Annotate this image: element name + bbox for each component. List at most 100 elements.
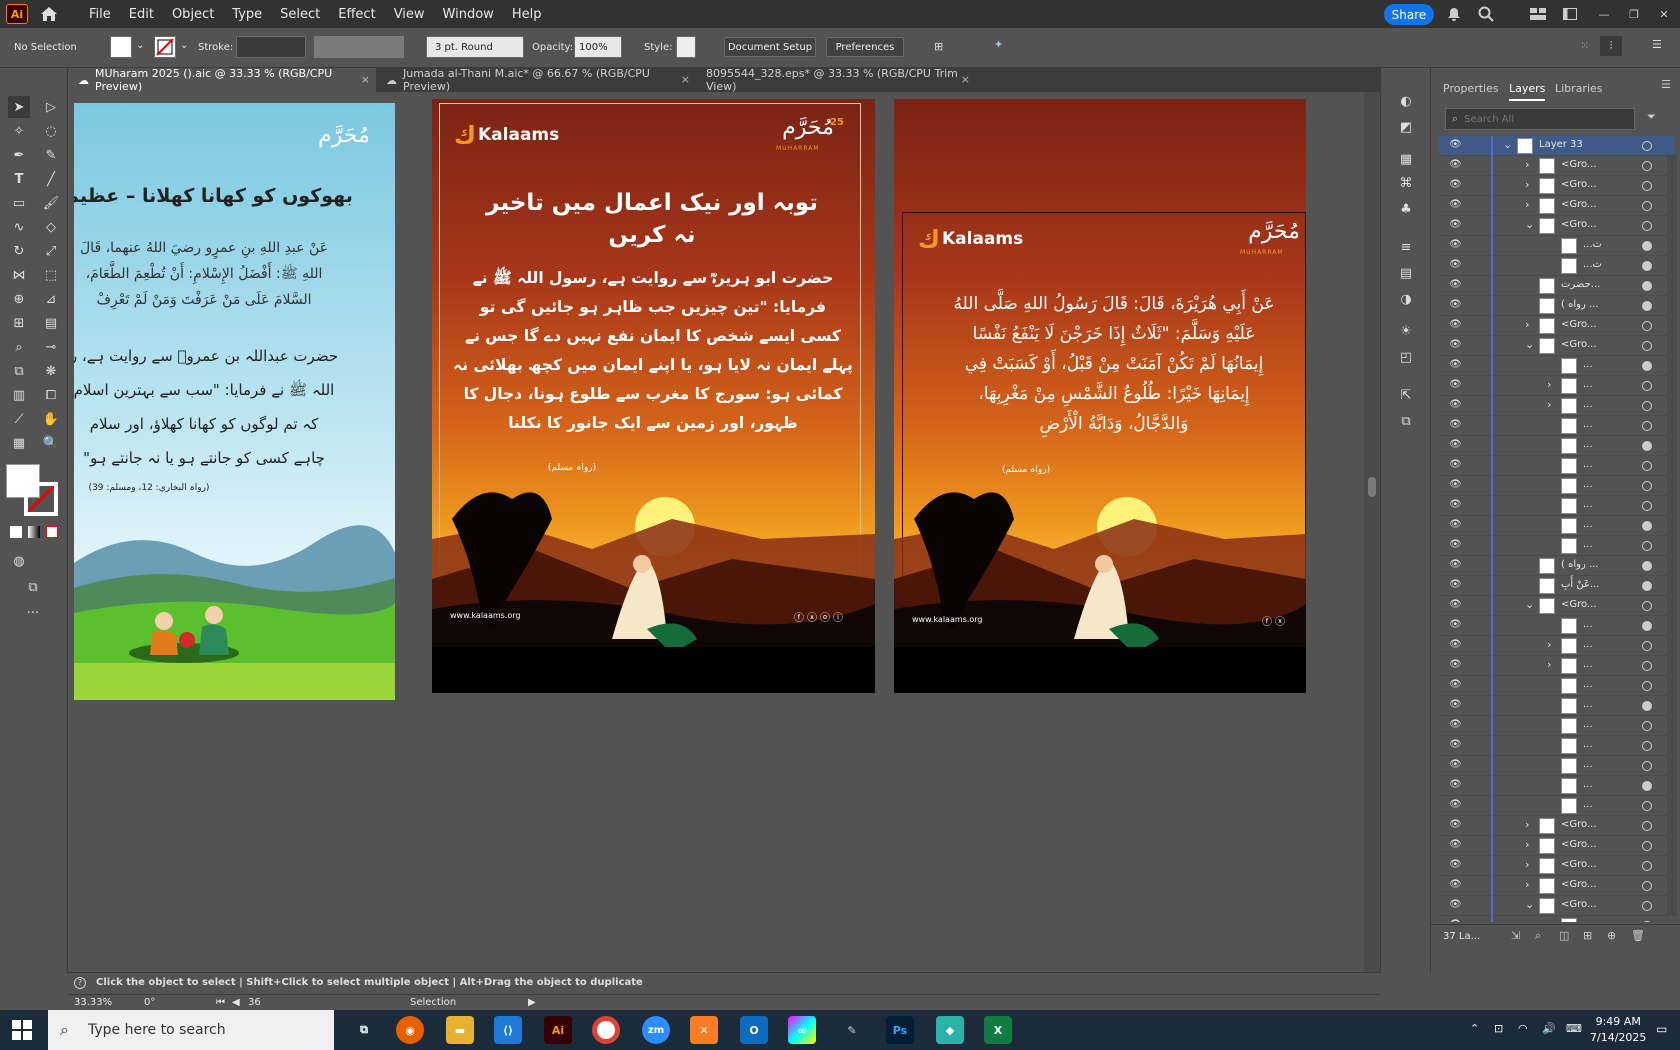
- tab-libraries[interactable]: Libraries: [1555, 82, 1603, 95]
- chevron-down-icon[interactable]: ⌄: [1525, 218, 1534, 231]
- swatches-icon[interactable]: ▦: [1395, 148, 1417, 170]
- vscode-icon[interactable]: ⟨⟩: [494, 1016, 522, 1044]
- target-circle-icon[interactable]: [1642, 501, 1652, 511]
- target-circle-icon[interactable]: [1642, 281, 1652, 291]
- layer-row[interactable]: 👁 ›...: [1439, 376, 1675, 396]
- mesh-tool-icon[interactable]: ⊞: [8, 312, 30, 334]
- visibility-eye-icon[interactable]: 👁: [1449, 199, 1463, 213]
- target-circle-icon[interactable]: [1642, 261, 1652, 271]
- target-circle-icon[interactable]: [1642, 161, 1652, 171]
- visibility-eye-icon[interactable]: 👁: [1449, 419, 1463, 433]
- hand-tool-icon[interactable]: ✋: [40, 408, 62, 430]
- color-panel-icon[interactable]: ◐: [1395, 90, 1417, 112]
- photoshop-icon[interactable]: Ps: [886, 1016, 914, 1044]
- layer-row[interactable]: 👁 ⌄ <Gro...: [1439, 596, 1675, 616]
- chevron-down-icon[interactable]: ⌄: [180, 40, 188, 51]
- fill-swatch[interactable]: [110, 36, 132, 58]
- layer-row[interactable]: 👁 › <Gro...: [1439, 816, 1675, 836]
- close-icon[interactable]: ×: [681, 73, 690, 86]
- bell-icon[interactable]: [1444, 4, 1464, 24]
- eyedropper-icon[interactable]: ⌕: [8, 336, 30, 358]
- visibility-eye-icon[interactable]: 👁: [1449, 359, 1463, 373]
- menu-edit[interactable]: Edit: [120, 7, 163, 22]
- document-setup-button[interactable]: Document Setup: [724, 37, 816, 57]
- chevron-down-icon[interactable]: ⌄: [1525, 338, 1534, 351]
- export-icon[interactable]: ⇲: [1511, 929, 1520, 942]
- visibility-eye-icon[interactable]: 👁: [1449, 279, 1463, 293]
- visibility-eye-icon[interactable]: 👁: [1449, 219, 1463, 233]
- export-icon[interactable]: ⇱: [1395, 384, 1417, 406]
- target-circle-icon[interactable]: [1642, 241, 1652, 251]
- target-circle-icon[interactable]: [1642, 481, 1652, 491]
- layer-row[interactable]: 👁...: [1439, 516, 1675, 536]
- transparency-icon[interactable]: ◑: [1395, 288, 1417, 310]
- vertical-scrollbar[interactable]: [1364, 92, 1380, 972]
- target-circle-icon[interactable]: [1642, 821, 1652, 831]
- color-mode-icon[interactable]: [10, 526, 22, 538]
- visibility-eye-icon[interactable]: 👁: [1449, 499, 1463, 513]
- none-mode-icon[interactable]: [46, 526, 58, 538]
- layer-row[interactable]: 👁...: [1439, 456, 1675, 476]
- layer-row[interactable]: 👁 › <Gro...: [1439, 836, 1675, 856]
- outlook-icon[interactable]: O: [740, 1016, 768, 1044]
- layer-row[interactable]: 👁...: [1439, 616, 1675, 636]
- layer-row[interactable]: 👁...: [1439, 676, 1675, 696]
- workspace-icon[interactable]: [1528, 4, 1548, 24]
- minimize-icon[interactable]: —: [1594, 4, 1614, 24]
- layer-row[interactable]: 👁...: [1439, 796, 1675, 816]
- target-circle-icon[interactable]: [1642, 841, 1652, 851]
- visibility-eye-icon[interactable]: 👁: [1449, 399, 1463, 413]
- target-circle-icon[interactable]: [1642, 181, 1652, 191]
- target-circle-icon[interactable]: [1642, 221, 1652, 231]
- target-circle-icon[interactable]: [1642, 421, 1652, 431]
- gradient-mode-icon[interactable]: [28, 526, 40, 538]
- layer-row[interactable]: 👁 ›...: [1439, 916, 1675, 922]
- volume-icon[interactable]: 🔊: [1542, 1022, 1556, 1035]
- visibility-eye-icon[interactable]: 👁: [1449, 859, 1463, 873]
- layer-row[interactable]: 👁 › <Gro...: [1439, 316, 1675, 336]
- target-circle-icon[interactable]: [1642, 701, 1652, 711]
- task-view-icon[interactable]: ⧉: [350, 1016, 378, 1044]
- chevron-right-icon[interactable]: ›: [1547, 398, 1551, 411]
- rotate-view[interactable]: 0°: [144, 997, 155, 1008]
- panel-toggle-icon[interactable]: ⫶: [1600, 36, 1622, 56]
- graph-tool-icon[interactable]: ▥: [8, 384, 30, 406]
- app-icon[interactable]: ◆: [936, 1016, 964, 1044]
- artboard-3[interactable]: ﻙ Kalaams مُحَرَّم MUHARRAM عَنْ أَبِي ه…: [894, 99, 1306, 693]
- home-icon[interactable]: [36, 3, 62, 25]
- windows-start-icon[interactable]: [12, 1020, 32, 1040]
- rotate-tool-icon[interactable]: ↻: [8, 240, 30, 262]
- target-circle-icon[interactable]: [1642, 581, 1652, 591]
- target-circle-icon[interactable]: [1642, 201, 1652, 211]
- chevron-right-icon[interactable]: ›: [1525, 818, 1529, 831]
- chevron-down-icon[interactable]: ⌄: [1503, 138, 1512, 151]
- layer-row[interactable]: 👁 ›...: [1439, 656, 1675, 676]
- target-circle-icon[interactable]: [1642, 781, 1652, 791]
- keyboard-icon[interactable]: ⌨: [1566, 1022, 1582, 1035]
- zoom-level[interactable]: 33.33%: [74, 997, 112, 1008]
- visibility-eye-icon[interactable]: 👁: [1449, 879, 1463, 893]
- chrome-icon[interactable]: [592, 1016, 620, 1044]
- search-icon[interactable]: [1476, 4, 1496, 24]
- zoom-app-icon[interactable]: zm: [642, 1016, 670, 1044]
- target-circle-icon[interactable]: [1642, 321, 1652, 331]
- layer-row[interactable]: 👁 ›...: [1439, 636, 1675, 656]
- layer-row[interactable]: 👁 › <Gro...: [1439, 176, 1675, 196]
- visibility-eye-icon[interactable]: 👁: [1449, 779, 1463, 793]
- menu-view[interactable]: View: [385, 7, 434, 22]
- artboard-number[interactable]: 36: [248, 997, 261, 1008]
- grid-icon[interactable]: ⁙: [1580, 39, 1589, 52]
- layer-row[interactable]: 👁 › <Gro...: [1439, 856, 1675, 876]
- artboards-panel-icon[interactable]: ⧉: [1395, 410, 1417, 432]
- recolor-icon[interactable]: ✦: [994, 38, 1003, 51]
- delete-layer-icon[interactable]: 🗑: [1631, 929, 1645, 942]
- panel-menu-icon[interactable]: ☰: [1661, 78, 1671, 91]
- target-circle-icon[interactable]: [1642, 341, 1652, 351]
- menu-help[interactable]: Help: [503, 7, 551, 22]
- scale-tool-icon[interactable]: ⤢: [40, 240, 62, 262]
- visibility-eye-icon[interactable]: 👁: [1449, 599, 1463, 613]
- visibility-eye-icon[interactable]: 👁: [1449, 539, 1463, 553]
- chevron-right-icon[interactable]: ›: [1547, 378, 1551, 391]
- artboard-2[interactable]: ﻙ Kalaams مُحَرَّم 25 MUHARRAM توبہ اور …: [432, 99, 875, 693]
- direct-selection-tool-icon[interactable]: ▷: [40, 96, 62, 118]
